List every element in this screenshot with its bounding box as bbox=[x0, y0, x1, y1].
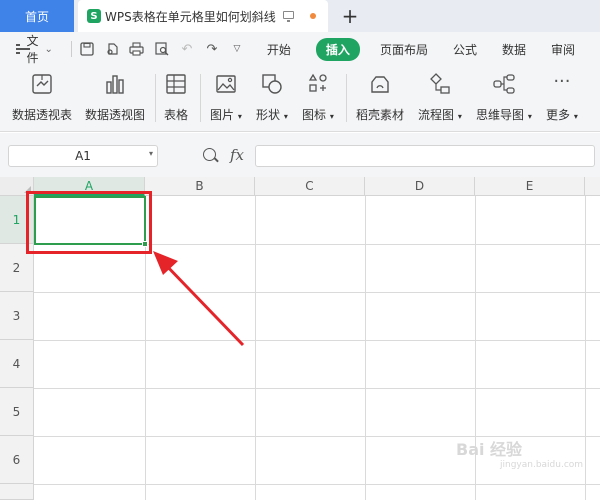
pivot-table-button[interactable]: 数据透视表 bbox=[12, 72, 72, 123]
tab-review[interactable]: 审阅 bbox=[551, 41, 575, 58]
pivot-table-icon bbox=[30, 72, 54, 96]
home-tab[interactable]: 首页 bbox=[0, 0, 74, 32]
watermark: Bai 经验 jingyan.baidu.com bbox=[456, 436, 583, 470]
watermark-url: jingyan.baidu.com bbox=[500, 460, 584, 470]
formula-bar: A1 ▾ fx bbox=[0, 133, 600, 177]
document-title: WPS表格在单元格里如何划斜线 bbox=[105, 9, 276, 24]
mindmap-button[interactable]: 思维导图 ▾ bbox=[476, 72, 532, 123]
watermark-text: Bai 经验 bbox=[456, 440, 523, 459]
undo-icon[interactable]: ↶ bbox=[178, 40, 196, 58]
print-preview-icon[interactable] bbox=[153, 40, 171, 58]
material-icon bbox=[368, 72, 392, 96]
hamburger-icon[interactable] bbox=[16, 44, 29, 54]
more-button[interactable]: ··· 更多 ▾ bbox=[546, 72, 578, 123]
export-icon[interactable] bbox=[103, 40, 121, 58]
title-bar: 首页 S WPS表格在单元格里如何划斜线 + bbox=[0, 0, 600, 32]
ribbon-label: 流程图 ▾ bbox=[418, 108, 462, 122]
unsaved-dot-icon bbox=[310, 13, 316, 19]
formula-input[interactable] bbox=[255, 145, 595, 167]
document-tab[interactable]: S WPS表格在单元格里如何划斜线 bbox=[78, 0, 328, 32]
ribbon-separator bbox=[200, 74, 201, 122]
tab-data[interactable]: 数据 bbox=[502, 41, 526, 58]
fx-icon[interactable]: fx bbox=[230, 146, 244, 164]
quick-access-toolbar: ↶ ↷ ▽ bbox=[65, 40, 253, 58]
zoom-icon[interactable] bbox=[203, 148, 216, 161]
flowchart-icon bbox=[428, 72, 452, 96]
chevron-down-icon[interactable]: ▾ bbox=[149, 149, 153, 158]
table-button[interactable]: 表格 bbox=[164, 72, 188, 123]
flowchart-button[interactable]: 流程图 ▾ bbox=[418, 72, 462, 123]
customize-toolbar-icon[interactable]: ▽ bbox=[228, 40, 246, 58]
pivot-chart-button[interactable]: 数据透视图 bbox=[85, 72, 145, 123]
table-icon bbox=[164, 72, 188, 96]
ribbon-separator bbox=[155, 74, 156, 122]
ribbon-label: 图标 ▾ bbox=[302, 108, 334, 122]
save-icon[interactable] bbox=[78, 40, 96, 58]
name-box[interactable]: A1 ▾ bbox=[8, 145, 158, 167]
ribbon-label: 数据透视图 bbox=[85, 108, 146, 122]
redo-icon[interactable]: ↷ bbox=[203, 40, 221, 58]
print-icon[interactable] bbox=[128, 40, 146, 58]
tab-insert[interactable]: 插入 bbox=[315, 37, 360, 61]
ribbon-label: 思维导图 ▾ bbox=[476, 108, 532, 122]
picture-icon bbox=[214, 72, 238, 96]
menu-bar: 文件 ⌄ ↶ ↷ ▽ 开始 插入 页面布局 公式 数据 审阅 bbox=[0, 32, 600, 66]
ribbon-label: 稻壳素材 bbox=[356, 108, 405, 122]
icons-button[interactable]: 图标 ▾ bbox=[302, 72, 334, 123]
picture-button[interactable]: 图片 ▾ bbox=[210, 72, 242, 123]
mindmap-icon bbox=[492, 72, 516, 96]
ribbon-label: 形状 ▾ bbox=[256, 108, 288, 122]
separator bbox=[70, 41, 72, 57]
spreadsheet-icon: S bbox=[87, 9, 101, 23]
ribbon-label: 数据透视表 bbox=[12, 108, 73, 122]
shape-icon bbox=[260, 72, 284, 96]
material-button[interactable]: 稻壳素材 bbox=[356, 72, 404, 123]
tab-page-layout[interactable]: 页面布局 bbox=[380, 41, 428, 58]
icons-icon bbox=[306, 72, 330, 96]
shape-button[interactable]: 形状 ▾ bbox=[256, 72, 288, 123]
cell-reference: A1 bbox=[75, 149, 91, 163]
ribbon: 数据透视表 数据透视图 表格 图片 ▾ 形状 ▾ 图标 ▾ 稻壳素材 流程图 ▾… bbox=[0, 66, 600, 132]
new-tab-button[interactable]: + bbox=[340, 4, 360, 28]
pivot-chart-icon bbox=[103, 72, 127, 96]
chevron-down-icon[interactable]: ⌄ bbox=[45, 44, 53, 55]
ribbon-label: 图片 ▾ bbox=[210, 108, 242, 122]
tab-formula[interactable]: 公式 bbox=[453, 41, 477, 58]
more-icon: ··· bbox=[553, 71, 571, 92]
ribbon-separator bbox=[346, 74, 347, 122]
menu-tabs: 开始 插入 页面布局 公式 数据 审阅 bbox=[267, 37, 600, 61]
ribbon-label: 表格 bbox=[164, 108, 189, 122]
monitor-icon[interactable] bbox=[283, 11, 294, 22]
ribbon-label: 更多 ▾ bbox=[546, 108, 578, 122]
tab-start[interactable]: 开始 bbox=[267, 41, 291, 58]
